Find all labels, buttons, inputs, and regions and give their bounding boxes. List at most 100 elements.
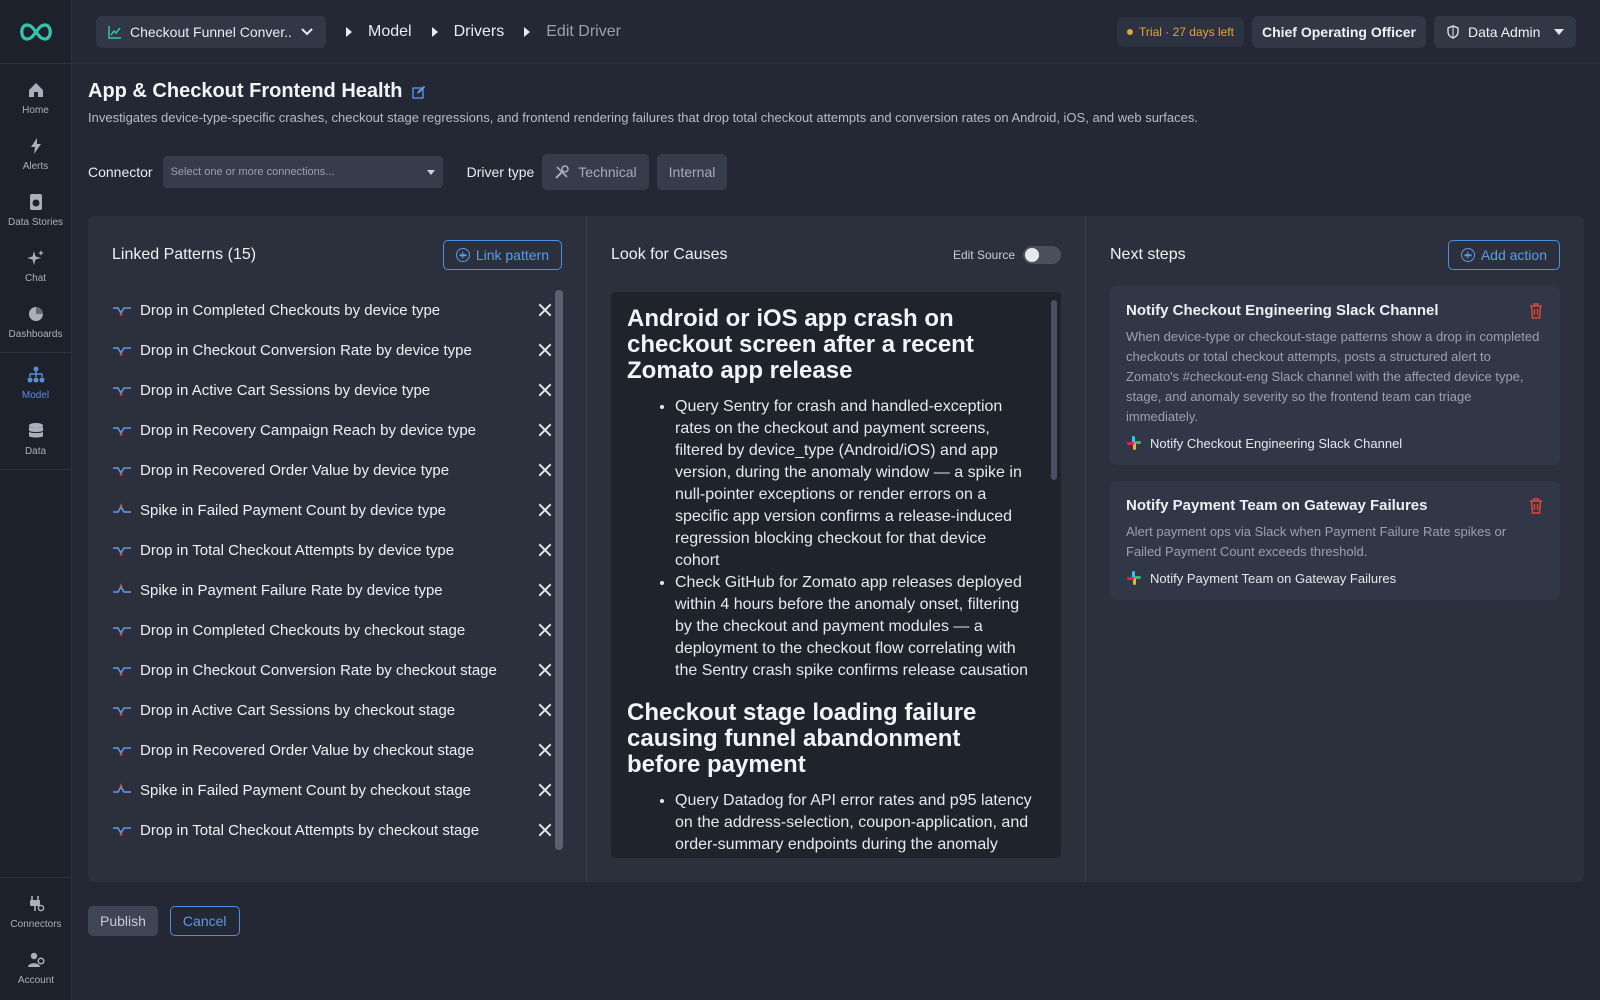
sidebar-item-label: Model [21,390,50,401]
next-steps-title: Next steps [1110,246,1186,263]
remove-pattern-icon[interactable] [538,783,552,797]
sidebar-item-chat[interactable]: Chat [0,238,71,294]
infinity-logo-icon [19,22,52,41]
trial-text: Trial · 27 days left [1139,24,1234,39]
remove-pattern-icon[interactable] [538,543,552,557]
action-card[interactable]: Notify Checkout Engineering Slack Channe… [1110,286,1560,465]
pattern-item[interactable]: Spike in Payment Failure Rate by checkou… [112,850,552,858]
sidebar-item-dashboards[interactable]: Dashboards [0,294,71,350]
publish-button[interactable]: Publish [88,906,158,936]
sidebar-item-label: Alerts [22,161,49,172]
pattern-item[interactable]: Drop in Active Cart Sessions by device t… [112,370,552,410]
pattern-item[interactable]: Spike in Payment Failure Rate by device … [112,570,552,610]
breadcrumb-model[interactable]: Model [368,23,412,41]
pattern-item[interactable]: Drop in Checkout Conversion Rate by devi… [112,330,552,370]
pattern-item[interactable]: Drop in Active Cart Sessions by checkout… [112,690,552,730]
source-scrollbar[interactable] [1051,300,1057,480]
action-card-integration-label: Notify Checkout Engineering Slack Channe… [1150,435,1403,451]
driver-type-internal[interactable]: Internal [656,154,728,190]
hierarchy-icon [26,365,46,385]
sidebar-item-data-stories[interactable]: Data Stories [0,182,71,238]
pattern-item[interactable]: Drop in Recovery Campaign Reach by devic… [112,410,552,450]
cancel-button[interactable]: Cancel [169,906,240,936]
action-card[interactable]: Notify Payment Team on Gateway Failures A… [1110,481,1560,600]
drop-pattern-icon [113,667,131,677]
sidebar-item-connectors[interactable]: Connectors [0,884,72,940]
pattern-item[interactable]: Drop in Total Checkout Attempts by devic… [112,530,552,570]
sidebar-item-alerts[interactable]: Alerts [0,126,71,182]
pattern-item[interactable]: Drop in Completed Checkouts by device ty… [112,290,552,330]
driver-type-technical-label: Technical [578,164,637,180]
cause-heading: Checkout stage loading failure causing f… [627,699,977,778]
add-action-label: Add action [1480,247,1547,263]
remove-pattern-icon[interactable] [538,583,552,597]
pattern-item[interactable]: Spike in Failed Payment Count by checkou… [112,770,552,810]
sidebar-item-model[interactable]: Model [0,355,71,411]
pattern-item[interactable]: Spike in Failed Payment Count by device … [112,490,552,530]
trash-icon[interactable] [1528,302,1544,320]
sidebar-item-account[interactable]: Account [0,940,72,996]
pattern-item[interactable]: Drop in Checkout Conversion Rate by chec… [112,650,552,690]
form-actions: Publish Cancel [88,906,240,936]
action-card-title: Notify Payment Team on Gateway Failures [1126,497,1428,514]
pattern-label: Drop in Active Cart Sessions by device t… [140,381,431,399]
sidebar-item-home[interactable]: Home [0,70,71,126]
link-pattern-button[interactable]: Link pattern [442,240,562,270]
linked-patterns-column: Linked Patterns (15) Link pattern Drop i… [88,216,587,882]
app-logo[interactable] [0,0,71,64]
nav-divider [0,469,71,470]
chevron-down-icon [301,27,313,35]
drop-pattern-icon [113,627,131,637]
remove-pattern-icon[interactable] [538,663,552,677]
sidebar: Home Alerts Data Stories Chat Dashboards Mode… [0,0,72,1000]
pattern-item[interactable]: Drop in Recovered Order Value by checkou… [112,730,552,770]
pattern-item[interactable]: Drop in Total Checkout Attempts by check… [112,810,552,850]
pattern-item[interactable]: Drop in Recovered Order Value by device … [112,450,552,490]
remove-pattern-icon[interactable] [538,343,552,357]
shield-icon [1447,24,1459,39]
spike-pattern-icon [113,503,131,513]
pattern-label: Drop in Total Checkout Attempts by check… [140,821,480,839]
plug-icon [26,894,46,914]
title-row: App & Checkout Frontend Health [88,80,426,103]
tools-icon [555,165,570,179]
breadcrumb-separator-icon [346,26,352,37]
remove-pattern-icon[interactable] [538,463,552,477]
story-icon [26,192,46,212]
trash-icon[interactable] [1528,497,1544,515]
bolt-icon [26,136,46,156]
next-steps-column: Next steps Add action Notify Checkout En… [1086,216,1584,882]
user-gear-icon [26,950,46,970]
remove-pattern-icon[interactable] [538,743,552,757]
trial-badge[interactable]: Trial · 27 days left [1117,16,1244,47]
driver-type-technical[interactable]: Technical [542,154,649,190]
remove-pattern-icon[interactable] [538,823,552,837]
connector-select[interactable]: Select one or more connections... [162,156,443,188]
edit-icon[interactable] [412,85,426,99]
remove-pattern-icon[interactable] [538,303,552,317]
pattern-item[interactable]: Drop in Completed Checkouts by checkout … [112,610,552,650]
caret-down-icon [426,169,435,175]
sidebar-item-label: Chat [24,273,47,284]
remove-pattern-icon[interactable] [538,703,552,717]
remove-pattern-icon[interactable] [538,503,552,517]
cause-bullet: Query Datadog for API error rates and p9… [675,790,1035,858]
action-card-description: Alert payment ops via Slack when Payment… [1126,524,1507,559]
causes-source-view[interactable]: Android or iOS app crash on checkout scr… [611,292,1061,858]
role-button[interactable]: Chief Operating Officer [1251,15,1426,48]
dashboard-selector[interactable]: Checkout Funnel Conver... [96,15,326,48]
breadcrumb-drivers[interactable]: Drivers [454,23,505,41]
add-action-button[interactable]: Add action [1447,240,1560,270]
dashboard-name: Checkout Funnel Conver... [130,23,292,40]
remove-pattern-icon[interactable] [538,423,552,437]
edit-source-toggle[interactable] [1023,246,1061,264]
admin-dropdown[interactable]: Data Admin [1434,15,1576,48]
nav-divider [0,352,71,353]
remove-pattern-icon[interactable] [538,383,552,397]
sidebar-item-label: Account [17,975,55,986]
plus-circle-icon [1460,248,1475,262]
sidebar-item-data[interactable]: Data [0,411,71,467]
remove-pattern-icon[interactable] [538,623,552,637]
edit-source-label: Edit Source [952,248,1015,262]
pattern-list-scrollbar[interactable] [555,290,563,850]
